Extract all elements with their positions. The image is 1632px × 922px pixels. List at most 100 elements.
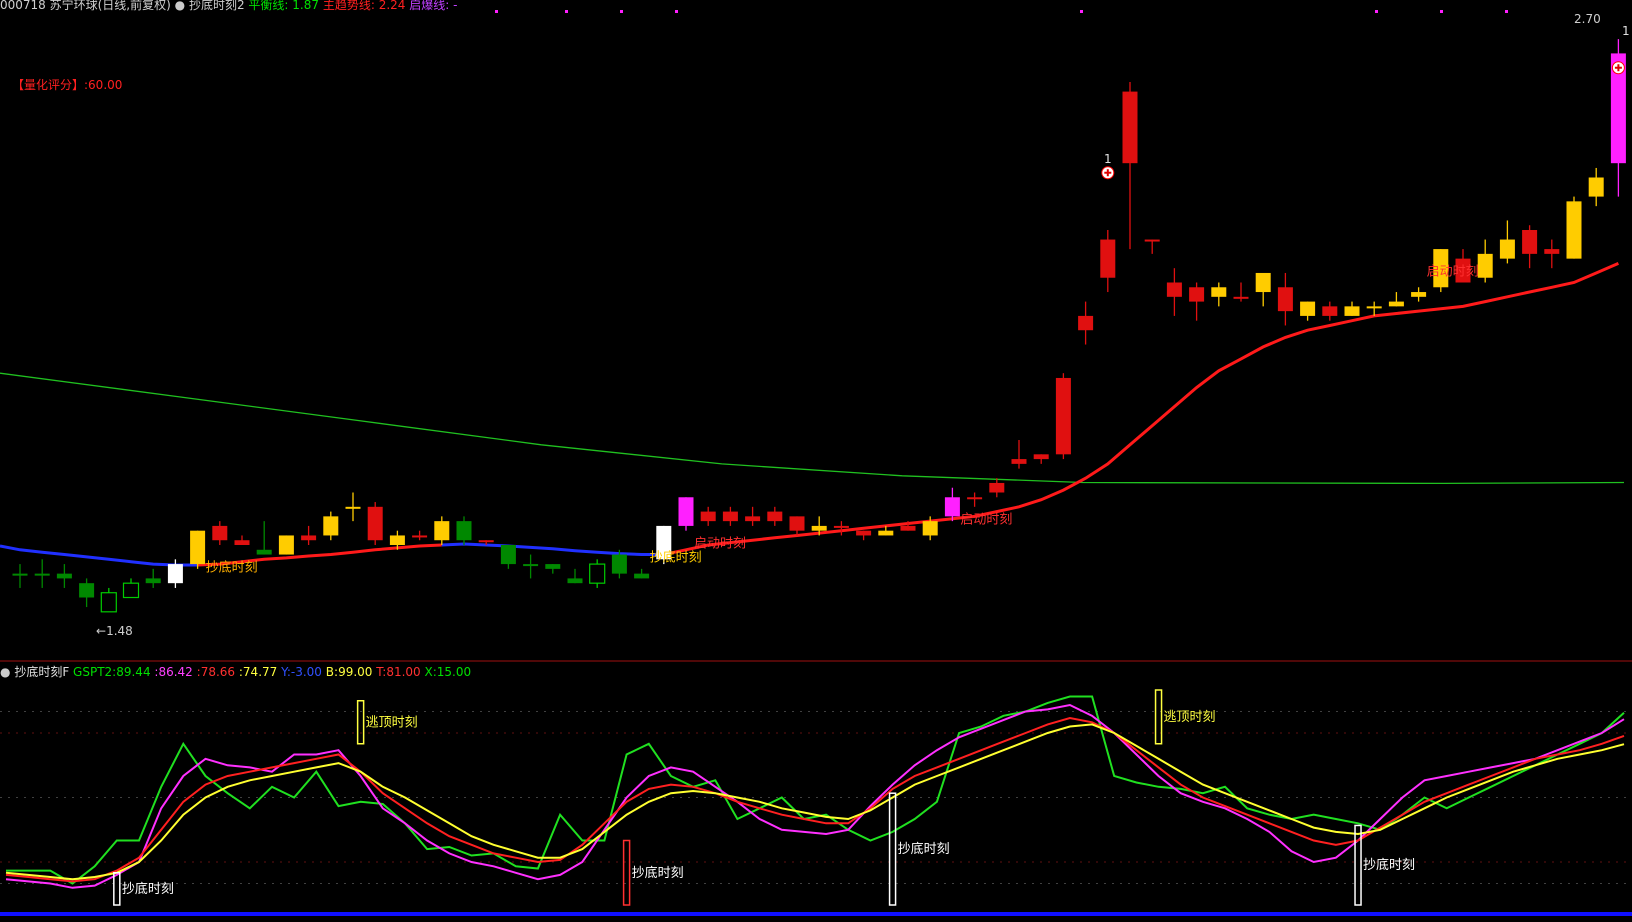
candle-body bbox=[767, 511, 783, 522]
candle[interactable] bbox=[212, 521, 228, 545]
candle[interactable] bbox=[1078, 301, 1094, 345]
candle[interactable] bbox=[1233, 282, 1249, 302]
candle[interactable] bbox=[256, 521, 272, 555]
candle[interactable] bbox=[434, 516, 450, 545]
candle[interactable] bbox=[1344, 301, 1360, 316]
candle[interactable] bbox=[567, 568, 583, 584]
candle[interactable] bbox=[190, 530, 206, 569]
candle-body bbox=[1522, 230, 1538, 254]
indicator-circle-icon: ● bbox=[0, 665, 11, 679]
candle-body bbox=[1277, 287, 1293, 312]
candle-body bbox=[434, 521, 450, 541]
candle[interactable] bbox=[1011, 440, 1027, 469]
candle[interactable] bbox=[1499, 220, 1515, 264]
ind-buy-1-bar[interactable] bbox=[113, 872, 121, 906]
candle[interactable] bbox=[989, 478, 1005, 498]
candle-body bbox=[79, 583, 95, 598]
candle-body bbox=[944, 497, 960, 517]
candle[interactable] bbox=[1033, 454, 1049, 464]
candle[interactable] bbox=[1366, 301, 1382, 316]
candle[interactable] bbox=[145, 568, 161, 588]
candle[interactable] bbox=[12, 564, 28, 588]
candle[interactable] bbox=[789, 516, 805, 536]
candle[interactable] bbox=[1388, 292, 1404, 307]
candle[interactable] bbox=[301, 525, 317, 545]
candle-body bbox=[967, 497, 983, 500]
candle[interactable] bbox=[345, 492, 361, 522]
candle[interactable] bbox=[412, 530, 428, 541]
candle[interactable] bbox=[456, 516, 472, 545]
candle[interactable] bbox=[122, 578, 140, 599]
candle-body bbox=[523, 564, 539, 567]
indicator-circle-icon: ● bbox=[174, 0, 186, 12]
candle[interactable] bbox=[589, 559, 606, 588]
candle[interactable] bbox=[1189, 282, 1205, 321]
candle[interactable] bbox=[944, 487, 960, 522]
candle[interactable] bbox=[79, 578, 95, 608]
candle[interactable] bbox=[1100, 230, 1116, 293]
candle[interactable] bbox=[1211, 282, 1227, 307]
candle[interactable] bbox=[100, 587, 117, 613]
top-marker-dot bbox=[1440, 10, 1443, 13]
candle[interactable] bbox=[1300, 301, 1316, 321]
candle[interactable] bbox=[967, 492, 983, 507]
ind-item-y-value: -3.00 bbox=[290, 665, 322, 679]
stock-title[interactable]: 000718 苏宁环球(日线,前复权) bbox=[0, 0, 171, 12]
ind-top-2-bar[interactable] bbox=[1154, 689, 1163, 745]
candle[interactable] bbox=[1144, 239, 1160, 254]
candle[interactable] bbox=[545, 564, 561, 574]
candle[interactable] bbox=[1255, 272, 1271, 307]
candle[interactable] bbox=[323, 511, 339, 541]
candle-body bbox=[545, 564, 561, 569]
candle[interactable] bbox=[234, 535, 250, 545]
ind-buy-3-bar[interactable] bbox=[888, 792, 897, 906]
candle-body bbox=[989, 482, 1005, 493]
ind-top-2-label: 逃顶时刻 bbox=[1164, 710, 1216, 725]
candle[interactable] bbox=[634, 568, 650, 579]
candle-body bbox=[145, 578, 161, 584]
candle[interactable] bbox=[1411, 287, 1427, 302]
header-item-trend-label: 主趋势线: bbox=[322, 0, 375, 12]
candle-body bbox=[1166, 282, 1182, 297]
candle[interactable] bbox=[1122, 82, 1138, 250]
price-panel[interactable]: 抄底时刻启动时刻抄底时刻启动时刻启动时刻 bbox=[0, 10, 1626, 613]
candle[interactable] bbox=[1566, 196, 1582, 259]
ind-buy-1-label: 抄底时刻 bbox=[122, 881, 174, 897]
ind-buy-2-bar[interactable] bbox=[622, 839, 631, 906]
candle-body bbox=[345, 506, 361, 509]
candle[interactable] bbox=[278, 535, 294, 555]
candle[interactable] bbox=[678, 497, 694, 531]
quant-score: 【量化评分】:60.00 bbox=[12, 76, 122, 93]
candle[interactable] bbox=[856, 530, 872, 541]
stock-chart[interactable]: 抄底时刻启动时刻抄底时刻启动时刻启动时刻 抄底时刻逃顶时刻抄底时刻抄底时刻逃顶时… bbox=[0, 0, 1632, 922]
candle[interactable] bbox=[833, 521, 849, 536]
quant-score-value: 60.00 bbox=[88, 78, 123, 92]
candle[interactable] bbox=[745, 506, 761, 526]
candle[interactable] bbox=[367, 502, 383, 545]
candle[interactable] bbox=[767, 506, 783, 526]
candle-body bbox=[167, 564, 183, 584]
candle[interactable] bbox=[722, 506, 738, 526]
candle[interactable] bbox=[1588, 167, 1604, 207]
candle-body bbox=[1078, 315, 1094, 331]
trend-line-blue-1 bbox=[0, 544, 198, 567]
candle[interactable] bbox=[1277, 272, 1293, 326]
candle-body bbox=[1122, 91, 1138, 164]
candle[interactable] bbox=[34, 559, 50, 588]
ma-long-line bbox=[0, 372, 1625, 485]
candle[interactable] bbox=[1166, 268, 1182, 316]
candle-body bbox=[811, 525, 827, 531]
candle[interactable] bbox=[1322, 301, 1338, 321]
candle[interactable] bbox=[1477, 239, 1493, 283]
candle[interactable] bbox=[500, 545, 516, 569]
candle[interactable] bbox=[700, 506, 716, 526]
indicator-title[interactable]: 抄底时刻F bbox=[14, 665, 69, 679]
ind-top-1-bar[interactable] bbox=[356, 700, 365, 745]
indicator-name[interactable]: 抄底时刻2 bbox=[189, 0, 245, 12]
candle[interactable] bbox=[1544, 239, 1560, 269]
candle[interactable] bbox=[56, 564, 72, 588]
candle[interactable] bbox=[523, 554, 539, 579]
price-high-label: 2.70 bbox=[1574, 12, 1601, 26]
candle[interactable] bbox=[1522, 225, 1538, 269]
candle[interactable] bbox=[1055, 373, 1071, 460]
